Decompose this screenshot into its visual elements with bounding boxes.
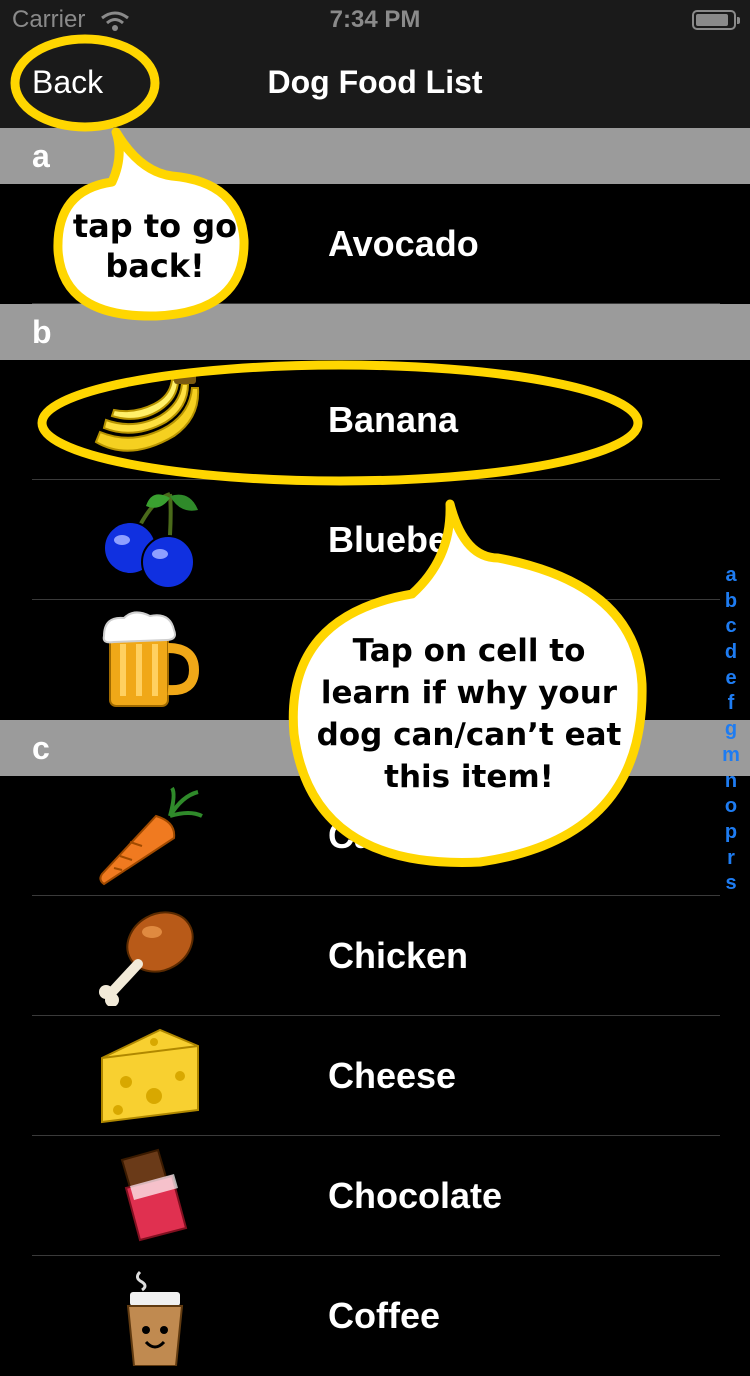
table-row-chocolate[interactable]: Chocolate bbox=[0, 1136, 750, 1256]
index-item-b[interactable]: b bbox=[716, 589, 746, 615]
row-label: Cheese bbox=[328, 1055, 457, 1096]
row-label: Bluebe bbox=[328, 519, 449, 560]
row-label: Avocado bbox=[328, 223, 479, 264]
index-item-o[interactable]: o bbox=[716, 794, 746, 820]
navigation-bar: Back Dog Food List bbox=[0, 40, 750, 128]
row-label: Chocolate bbox=[328, 1175, 503, 1216]
table-row-beer[interactable] bbox=[0, 600, 750, 720]
table-row-cheese[interactable]: Cheese bbox=[0, 1016, 750, 1136]
index-item-n[interactable]: n bbox=[716, 769, 746, 795]
carrot-icon bbox=[99, 786, 203, 886]
row-label: Coffee bbox=[328, 1295, 441, 1336]
table-row-chicken[interactable]: Chicken bbox=[0, 896, 750, 1016]
index-item-e[interactable]: e bbox=[716, 666, 746, 692]
battery-icon bbox=[692, 10, 740, 30]
beer-icon bbox=[102, 611, 200, 707]
blueberry-icon bbox=[103, 492, 198, 589]
cheese-icon bbox=[101, 1028, 199, 1124]
section-header-b: b bbox=[0, 304, 750, 360]
coffee-icon bbox=[126, 1270, 184, 1366]
food-table: a Avocado b Banana Bluebe c Carro Chicke… bbox=[0, 128, 750, 1376]
chocolate-icon bbox=[120, 1148, 188, 1242]
index-item-d[interactable]: d bbox=[716, 640, 746, 666]
index-item-g[interactable]: g bbox=[716, 717, 746, 743]
index-item-r[interactable]: r bbox=[716, 846, 746, 872]
row-separator bbox=[32, 303, 720, 304]
table-row-coffee[interactable]: Coffee bbox=[0, 1256, 750, 1376]
table-row-banana[interactable]: Banana bbox=[0, 360, 750, 480]
table-row-carrot[interactable]: Carro bbox=[0, 776, 750, 896]
index-item-a[interactable]: a bbox=[716, 563, 746, 589]
index-item-f[interactable]: f bbox=[716, 691, 746, 717]
page-title: Dog Food List bbox=[267, 64, 483, 100]
index-item-m[interactable]: m bbox=[716, 743, 746, 769]
section-index: a b c d e f g m n o p r s bbox=[716, 563, 746, 897]
row-label: Carro bbox=[328, 815, 425, 856]
index-item-c[interactable]: c bbox=[716, 614, 746, 640]
clock-label: 7:34 PM bbox=[329, 6, 421, 33]
chicken-icon bbox=[99, 911, 194, 1006]
table-row-blueberry[interactable]: Bluebe bbox=[0, 480, 750, 600]
row-label: Chicken bbox=[328, 935, 469, 976]
status-bar: Carrier 7:34 PM bbox=[0, 0, 750, 40]
index-item-s[interactable]: s bbox=[716, 871, 746, 897]
section-header-a: a bbox=[0, 128, 750, 184]
table-row-avocado[interactable]: Avocado bbox=[0, 184, 750, 304]
index-item-p[interactable]: p bbox=[716, 820, 746, 846]
banana-icon bbox=[94, 374, 200, 452]
row-label: Banana bbox=[328, 399, 459, 440]
section-header-c: c bbox=[0, 720, 750, 776]
